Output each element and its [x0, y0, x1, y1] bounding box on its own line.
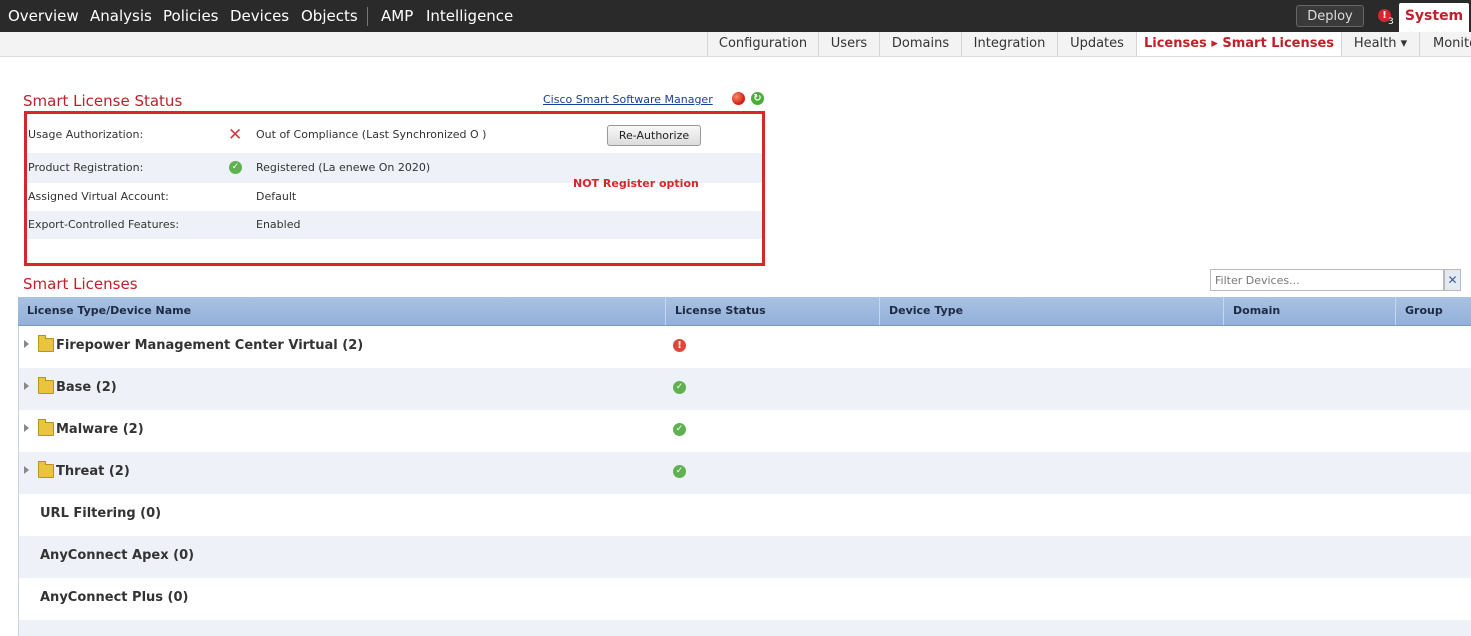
check-circle-icon: ✓: [673, 423, 686, 436]
nav-policies[interactable]: Policies: [163, 0, 218, 32]
folder-icon: [38, 461, 54, 478]
column-header-license-type[interactable]: License Type/Device Name: [18, 297, 665, 325]
column-header-license-status[interactable]: License Status: [665, 297, 879, 325]
subnav-domains[interactable]: Domains: [879, 32, 961, 56]
status-indicator-icon: [732, 92, 745, 105]
subnav-licenses-smart-licenses[interactable]: Licenses ▸ Smart Licenses: [1136, 32, 1341, 56]
table-row[interactable]: URL Filtering (0): [19, 494, 1471, 536]
expand-arrow-icon[interactable]: [24, 382, 29, 390]
table-row[interactable]: AnyConnect Apex (0): [19, 536, 1471, 578]
system-tab[interactable]: System: [1399, 3, 1469, 32]
folder-icon: [38, 335, 54, 352]
nav-overview[interactable]: Overview: [8, 0, 79, 32]
subnav-users[interactable]: Users: [818, 32, 879, 56]
smart-license-status-title: Smart License Status: [23, 92, 183, 110]
table-row[interactable]: [19, 620, 1471, 636]
error-status-icon: !: [673, 339, 686, 352]
table-row[interactable]: Base (2) ✓: [19, 368, 1471, 410]
subnav-health[interactable]: Health ▾: [1341, 32, 1419, 56]
column-header-domain[interactable]: Domain: [1223, 297, 1395, 325]
row-name: AnyConnect Plus (0): [40, 590, 189, 605]
subnav-integration[interactable]: Integration: [961, 32, 1057, 56]
folder-icon: [38, 419, 54, 436]
row-name: Threat (2): [56, 464, 130, 479]
nav-divider: [367, 7, 368, 26]
top-nav: Overview Analysis Policies Devices Objec…: [0, 0, 1471, 32]
annotation-label: NOT Register option: [573, 177, 699, 190]
column-header-group[interactable]: Group: [1395, 297, 1471, 325]
folder-icon: [38, 377, 54, 394]
nav-analysis[interactable]: Analysis: [90, 0, 152, 32]
refresh-icon[interactable]: ↻: [751, 92, 764, 105]
smart-licenses-title: Smart Licenses: [23, 275, 138, 293]
row-name: URL Filtering (0): [40, 506, 162, 521]
subnav-updates[interactable]: Updates: [1057, 32, 1136, 56]
nav-objects[interactable]: Objects: [301, 0, 358, 32]
cisco-smart-software-manager-link[interactable]: Cisco Smart Software Manager: [543, 93, 713, 106]
check-circle-icon: ✓: [673, 381, 686, 394]
sub-nav: Configuration Users Domains Integration …: [0, 32, 1471, 57]
row-name: Firepower Management Center Virtual (2): [56, 338, 364, 353]
column-header-device-type[interactable]: Device Type: [879, 297, 1223, 325]
row-name: Malware (2): [56, 422, 144, 437]
table-row[interactable]: Threat (2) ✓: [19, 452, 1471, 494]
nav-intelligence[interactable]: Intelligence: [426, 0, 513, 32]
expand-arrow-icon[interactable]: [24, 340, 29, 348]
expand-arrow-icon[interactable]: [24, 424, 29, 432]
table-row[interactable]: Malware (2) ✓: [19, 410, 1471, 452]
nav-amp[interactable]: AMP: [381, 0, 413, 32]
clear-filter-icon[interactable]: ✕: [1444, 269, 1461, 291]
alert-count: 3: [1388, 17, 1394, 27]
subnav-monitoring[interactable]: Monito: [1419, 32, 1471, 56]
licenses-table-body: Firepower Management Center Virtual (2) …: [18, 326, 1471, 636]
subnav-configuration[interactable]: Configuration: [707, 32, 818, 56]
expand-arrow-icon[interactable]: [24, 466, 29, 474]
deploy-button[interactable]: Deploy: [1296, 5, 1364, 27]
nav-devices[interactable]: Devices: [230, 0, 289, 32]
row-name: AnyConnect Apex (0): [40, 548, 195, 563]
row-name: Base (2): [56, 380, 117, 395]
table-row[interactable]: AnyConnect Plus (0): [19, 578, 1471, 620]
table-row[interactable]: Firepower Management Center Virtual (2) …: [19, 326, 1471, 368]
licenses-table-header: License Type/Device Name License Status …: [18, 297, 1471, 326]
filter-devices-input[interactable]: [1210, 269, 1444, 291]
check-circle-icon: ✓: [673, 465, 686, 478]
